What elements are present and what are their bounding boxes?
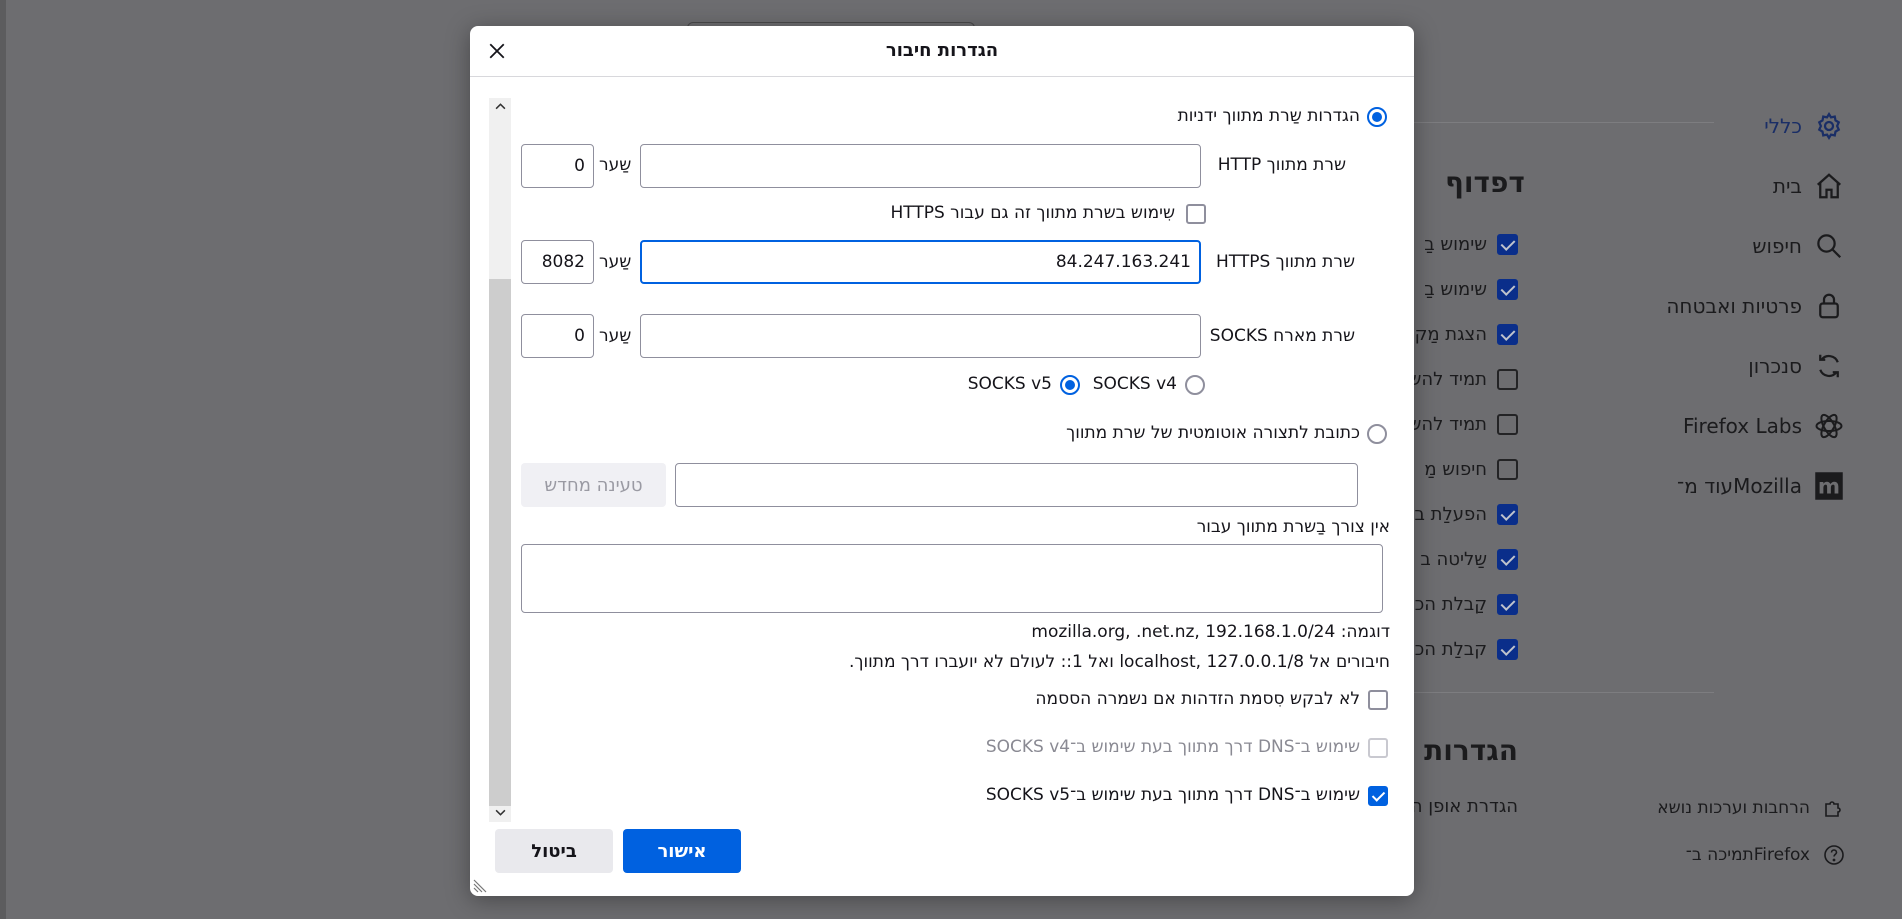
socks-v5-label: SOCKS v5: [967, 374, 1052, 394]
sidebar-item-label: סנכרון: [1748, 354, 1802, 378]
connection-settings-dialog: הגדרות חיבור הגדרות שַרת מתווך ידניות שר…: [470, 26, 1414, 896]
puzzle-icon: [1822, 796, 1846, 820]
mozilla-icon: m: [1812, 469, 1846, 503]
no-proxy-label: אין צורך בַשרת מתווך עבור: [1196, 517, 1390, 537]
browsing-option[interactable]: קַבלת הכ: [1398, 582, 1518, 627]
section-heading-browsing: דפדוף: [1445, 166, 1525, 199]
no-proxy-textarea[interactable]: [521, 544, 1383, 613]
sidebar-item-label: Firefox Labs: [1682, 414, 1802, 438]
checkbox[interactable]: [1497, 369, 1518, 390]
https-proxy-label: שרת מתווך HTTPS: [1215, 252, 1355, 272]
checkbox[interactable]: [1497, 324, 1518, 345]
sidebar-item-sync[interactable]: סנכרון: [1596, 336, 1846, 396]
checkbox[interactable]: [1497, 459, 1518, 480]
socks-host-input[interactable]: [640, 314, 1201, 358]
browsing-option[interactable]: שַליטה ב: [1398, 537, 1518, 582]
dns-socks5-checkbox[interactable]: [1368, 786, 1388, 806]
no-proxy-example: דוגמה: mozilla.org, .net.nz, 192.168.1.0…: [1031, 622, 1390, 642]
dialog-content: הגדרות שַרת מתווך ידניות שרת מתווך HTTP …: [470, 26, 1414, 896]
auto-config-radio[interactable]: [1367, 424, 1387, 444]
auto-config-label: כתובת לתצורה אוטומטית של שרת מתווך: [1066, 423, 1360, 443]
cancel-button[interactable]: ביטול: [495, 829, 613, 873]
browsing-option[interactable]: שימוש בַ: [1398, 222, 1518, 267]
socks-host-label: שרת מארח SOCKS: [1209, 326, 1355, 346]
checkbox[interactable]: [1497, 549, 1518, 570]
svg-text:m: m: [1818, 475, 1840, 500]
settings-sidebar: כללי בית חיפוש פרטיות ואבטחה סנכרון Fire…: [1596, 96, 1846, 516]
manual-proxy-radio[interactable]: [1367, 107, 1387, 127]
sidebar-item-search[interactable]: חיפוש: [1596, 216, 1846, 276]
manual-proxy-label: הגדרות שַרת מתווך ידניות: [1177, 106, 1360, 126]
socks-v5-radio[interactable]: [1060, 375, 1080, 395]
divider: [1414, 692, 1714, 693]
divider: [1414, 122, 1714, 123]
sidebar-item-privacy[interactable]: פרטיות ואבטחה: [1596, 276, 1846, 336]
https-port-input[interactable]: 8082: [521, 240, 594, 284]
also-https-label: שִימוש בשרת מתווך זה גם עבור HTTPS: [890, 203, 1175, 223]
https-port-label: שַער: [599, 252, 632, 272]
localhost-note: חיבורים אל localhost, 127.0.0.1/8 ואל 1:…: [848, 652, 1390, 672]
sidebar-item-more-from-mozilla[interactable]: m עוד מ־Mozilla: [1596, 456, 1846, 516]
sidebar-item-label: כללי: [1764, 114, 1802, 138]
browsing-option[interactable]: הצגת מַק: [1398, 312, 1518, 357]
footer-link-extensions[interactable]: הרחבות וערכות נושא: [1657, 796, 1846, 820]
gear-icon: [1812, 109, 1846, 143]
browsing-option[interactable]: קבלַת הכ: [1398, 627, 1518, 672]
browsing-checkbox-list: שימוש בַ שימוש בַ הצגת מַק תמיד להש תמיד…: [1398, 222, 1518, 672]
http-proxy-input[interactable]: [640, 144, 1201, 188]
checkbox[interactable]: [1497, 639, 1518, 660]
search-icon: [1812, 229, 1846, 263]
checkbox[interactable]: [1497, 414, 1518, 435]
lock-icon: [1812, 289, 1846, 323]
browsing-option[interactable]: שימוש בַ: [1398, 267, 1518, 312]
ok-button[interactable]: אישור: [623, 829, 741, 873]
footer-link-support[interactable]: תמיכה ב־Firefox: [1686, 843, 1846, 867]
window-edge: [0, 0, 6, 919]
socks-port-input[interactable]: 0: [521, 314, 594, 358]
no-auth-prompt-label: לא לבקש סִסמת הזדהות אם נשמרה הססמה: [1035, 689, 1360, 709]
sidebar-item-home[interactable]: בית: [1596, 156, 1846, 216]
https-proxy-input[interactable]: 84.247.163.241: [640, 240, 1201, 284]
dns-socks4-checkbox[interactable]: [1368, 738, 1388, 758]
sidebar-item-label: חיפוש: [1752, 234, 1802, 258]
checkbox[interactable]: [1497, 594, 1518, 615]
sidebar-item-label: עוד מ־Mozilla: [1677, 474, 1802, 498]
resize-grip-icon[interactable]: [472, 876, 490, 894]
browsing-option[interactable]: הפעלַת ב: [1398, 492, 1518, 537]
checkbox[interactable]: [1497, 279, 1518, 300]
http-port-label: שַער: [599, 155, 632, 175]
browsing-option[interactable]: חיפוש מַ: [1398, 447, 1518, 492]
reload-button[interactable]: טעינה מחדש: [521, 463, 666, 507]
checkbox[interactable]: [1497, 504, 1518, 525]
sidebar-item-label: פרטיות ואבטחה: [1666, 294, 1802, 318]
socks-v4-label: SOCKS v4: [1092, 374, 1177, 394]
home-icon: [1812, 169, 1846, 203]
auto-config-url-input[interactable]: [675, 463, 1358, 507]
http-port-input[interactable]: 0: [521, 144, 594, 188]
dns-socks4-label: שימוש ב־DNS דרך מתווך בעת שימוש ב־SOCKS …: [985, 737, 1360, 757]
sidebar-item-labs[interactable]: Firefox Labs: [1596, 396, 1846, 456]
no-auth-prompt-checkbox[interactable]: [1368, 690, 1388, 710]
sidebar-item-general[interactable]: כללי: [1596, 96, 1846, 156]
sync-icon: [1812, 349, 1846, 383]
network-description: הגדרת אופן ה: [1410, 796, 1518, 817]
browsing-option[interactable]: תמיד להש: [1398, 402, 1518, 447]
sidebar-item-label: בית: [1772, 174, 1802, 198]
socks-v4-radio[interactable]: [1185, 375, 1205, 395]
checkbox[interactable]: [1497, 234, 1518, 255]
labs-icon: [1812, 409, 1846, 443]
http-proxy-label: שרת מתווך HTTP: [1217, 155, 1346, 175]
help-icon: [1822, 843, 1846, 867]
also-https-checkbox[interactable]: [1186, 204, 1206, 224]
socks-port-label: שַער: [599, 326, 632, 346]
dns-socks5-label: שימוש ב־DNS דרך מתווך בעת שימוש ב־SOCKS …: [985, 785, 1360, 805]
section-heading-network: הגדרות ר: [1410, 734, 1518, 767]
browsing-option[interactable]: תמיד להש: [1398, 357, 1518, 402]
